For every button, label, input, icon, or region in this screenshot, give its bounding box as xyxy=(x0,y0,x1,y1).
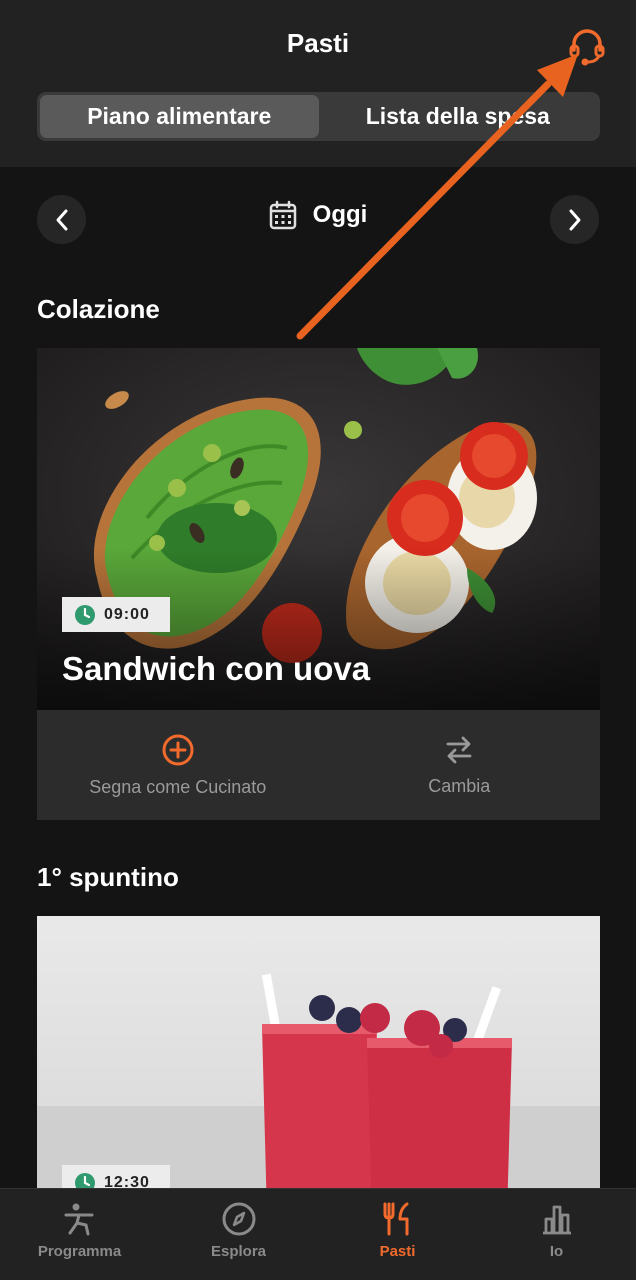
headset-icon[interactable] xyxy=(568,26,606,66)
mark-cooked-button[interactable]: Segna come Cucinato xyxy=(37,710,319,820)
fork-knife-icon xyxy=(383,1202,408,1236)
clock-icon xyxy=(75,604,95,625)
meal-photo xyxy=(37,916,600,1188)
meal-card-colazione[interactable]: 09:00 Sandwich con uova Segna come Cucin… xyxy=(37,348,600,820)
section-title-spuntino: 1° spuntino xyxy=(37,862,179,892)
section-title-colazione: Colazione xyxy=(37,294,160,324)
tab-label-esplora: Esplora xyxy=(210,1243,267,1260)
meal-time-badge: 12:30 xyxy=(62,1165,170,1188)
meal-time-badge: 09:00 xyxy=(62,597,170,632)
workout-figure-icon xyxy=(64,1203,93,1236)
meal-time: 09:00 xyxy=(104,605,150,623)
date-selector[interactable]: Oggi xyxy=(0,200,636,230)
tab-lista-della-spesa[interactable]: Lista della spesa xyxy=(319,95,598,138)
page-title: Pasti xyxy=(286,28,350,58)
mark-cooked-label: Segna come Cucinato xyxy=(89,776,267,797)
swap-meal-button[interactable]: Cambia xyxy=(319,710,601,820)
date-label: Oggi xyxy=(312,201,368,228)
meal-name: Sandwich con uova xyxy=(62,650,371,687)
plus-circle-icon xyxy=(162,734,194,765)
tab-piano-alimentare[interactable]: Piano alimentare xyxy=(40,95,319,138)
compass-icon xyxy=(222,1202,255,1236)
meal-card-spuntino[interactable]: 12:30 xyxy=(37,916,600,1188)
tab-esplora[interactable]: Esplora xyxy=(159,1189,318,1280)
tab-label-pasti: Pasti xyxy=(379,1243,416,1260)
swap-meal-label: Cambia xyxy=(428,775,491,796)
calendar-icon xyxy=(269,200,296,230)
tab-label-io: Io xyxy=(549,1243,564,1260)
tab-label-programma: Programma xyxy=(37,1243,122,1260)
meal-time: 12:30 xyxy=(104,1173,150,1189)
next-day-button[interactable] xyxy=(550,195,599,244)
tab-pasti[interactable]: Pasti xyxy=(318,1189,477,1280)
swap-arrows-icon xyxy=(446,736,472,763)
header: Pasti Piano alimentare Lista della spesa xyxy=(0,0,636,167)
meal-actions: Segna come Cucinato Cambia xyxy=(37,710,600,820)
tab-io[interactable]: Io xyxy=(477,1189,636,1280)
app-screen: Pasti Piano alimentare Lista della spesa xyxy=(0,0,636,1280)
clock-icon xyxy=(75,1172,95,1188)
chevron-right-icon xyxy=(569,209,580,230)
bottom-tab-bar: Programma Esplora Pasti Io xyxy=(0,1188,636,1280)
tab-programma[interactable]: Programma xyxy=(0,1189,159,1280)
segmented-control: Piano alimentare Lista della spesa xyxy=(37,92,600,141)
bar-chart-icon xyxy=(542,1205,571,1235)
